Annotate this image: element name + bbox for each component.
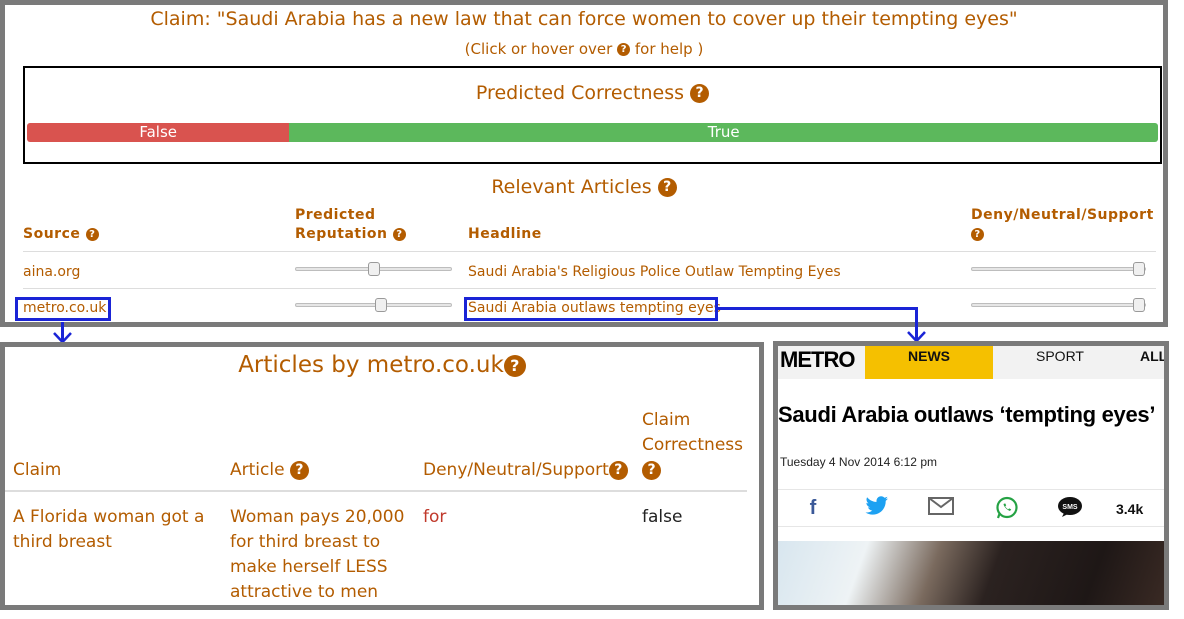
col-source-label: Source	[23, 226, 81, 242]
slider-thumb[interactable]	[367, 262, 380, 276]
share-bar: f SMS 3.4k	[778, 489, 1164, 527]
claim-panel: Claim: "Saudi Arabia has a new law that …	[0, 0, 1168, 327]
col-reputation-label: Predicted Reputation	[295, 207, 388, 242]
predicted-correctness-label: Predicted Correctness	[475, 82, 685, 104]
slider-thumb[interactable]	[1133, 298, 1145, 312]
claim-title: Claim: "Saudi Arabia has a new law that …	[150, 8, 1018, 30]
slider-track	[971, 303, 1146, 307]
svg-text:SMS: SMS	[1062, 504, 1078, 511]
facebook-icon[interactable]: f	[800, 496, 826, 520]
source-link[interactable]: aina.org	[23, 263, 80, 281]
col-article-label: Article	[230, 460, 285, 480]
help-icon[interactable]: ?	[289, 460, 309, 480]
claim-cell[interactable]: A Florida woman got a third breast	[13, 505, 213, 555]
col-claim: Claim	[13, 460, 62, 480]
article-image	[778, 541, 1164, 605]
reputation-slider[interactable]	[295, 262, 452, 276]
col-correctness: Claim Correctness ?	[642, 408, 757, 483]
col-stance-label: Deny/Neutral/Support	[423, 460, 609, 480]
slider-thumb[interactable]	[1133, 262, 1145, 276]
help-icon[interactable]: ?	[642, 460, 661, 480]
whatsapp-icon[interactable]	[994, 496, 1020, 520]
source-highlight	[15, 297, 111, 321]
header-divider	[5, 490, 747, 492]
help-icon[interactable]: ?	[608, 460, 628, 480]
correctness-bar: False True	[27, 123, 1158, 142]
col-headline: Headline	[468, 226, 542, 242]
col-stance: Deny/Neutral/Support ?	[971, 206, 1161, 244]
help-prefix: (Click or hover over	[464, 40, 613, 58]
correctness-cell: false	[642, 507, 683, 527]
headline-highlight	[464, 297, 718, 321]
predicted-correctness-box: Predicted Correctness ? False True	[23, 66, 1162, 164]
metro-article-panel: METRO NEWS SPORT ALL Saudi Arabia outlaw…	[773, 341, 1169, 610]
arrow-to-article	[718, 307, 918, 310]
twitter-icon[interactable]	[864, 496, 890, 520]
slider-track	[295, 303, 452, 307]
header-divider	[23, 251, 1156, 252]
col-correctness-label: Claim Correctness	[642, 410, 743, 455]
stance-cell: for	[423, 507, 447, 527]
help-suffix: for help )	[634, 40, 704, 58]
predicted-correctness-title: Predicted Correctness ?	[25, 82, 1160, 104]
headline-link[interactable]: Saudi Arabia's Religious Police Outlaw T…	[468, 263, 841, 281]
nav-all[interactable]: ALL	[1140, 346, 1164, 366]
col-article: Article ?	[230, 458, 309, 483]
sms-icon[interactable]: SMS	[1057, 496, 1083, 520]
slider-track	[971, 267, 1146, 271]
articles-by-source-title: Articles by metro.co.uk?	[5, 352, 759, 378]
help-icon[interactable]: ?	[85, 227, 99, 241]
nav-news[interactable]: NEWS	[865, 346, 993, 379]
help-icon[interactable]: ?	[503, 354, 526, 377]
metro-logo[interactable]: METRO	[780, 347, 855, 373]
col-reputation: Predicted Reputation ?	[295, 206, 415, 244]
articles-by-source-panel: Articles by metro.co.uk? Claim Article ?…	[0, 342, 764, 610]
stance-slider[interactable]	[971, 262, 1146, 276]
false-segment: False	[27, 123, 290, 142]
relevant-articles-title: Relevant Articles ?	[5, 176, 1163, 198]
true-segment: True	[289, 123, 1158, 142]
col-stance-label: Deny/Neutral/Support	[971, 207, 1154, 223]
article-date: Tuesday 4 Nov 2014 6:12 pm	[780, 455, 937, 469]
articles-by-source-label: Articles by metro.co.uk	[238, 352, 504, 378]
reputation-slider[interactable]	[295, 298, 452, 312]
help-line: (Click or hover over ? for help )	[5, 40, 1163, 58]
help-icon[interactable]: ?	[690, 84, 710, 103]
relevant-articles-label: Relevant Articles	[491, 176, 652, 198]
col-source: Source ?	[23, 225, 99, 244]
email-icon[interactable]	[928, 496, 954, 520]
slider-thumb[interactable]	[375, 298, 388, 312]
article-link[interactable]: Woman pays 20,000 for third breast to ma…	[230, 505, 410, 605]
help-icon[interactable]: ?	[617, 43, 631, 56]
help-icon[interactable]: ?	[392, 227, 406, 241]
share-count: 3.4k	[1116, 501, 1144, 517]
col-stance: Deny/Neutral/Support?	[423, 458, 628, 483]
row-divider	[23, 288, 1156, 289]
article-headline: Saudi Arabia outlaws ‘tempting eyes’	[778, 402, 1156, 427]
metro-header: METRO NEWS SPORT ALL	[778, 346, 1164, 379]
help-icon[interactable]: ?	[657, 178, 677, 197]
help-icon[interactable]: ?	[971, 227, 984, 241]
nav-sport[interactable]: SPORT	[1036, 346, 1084, 366]
stance-slider[interactable]	[971, 298, 1146, 312]
